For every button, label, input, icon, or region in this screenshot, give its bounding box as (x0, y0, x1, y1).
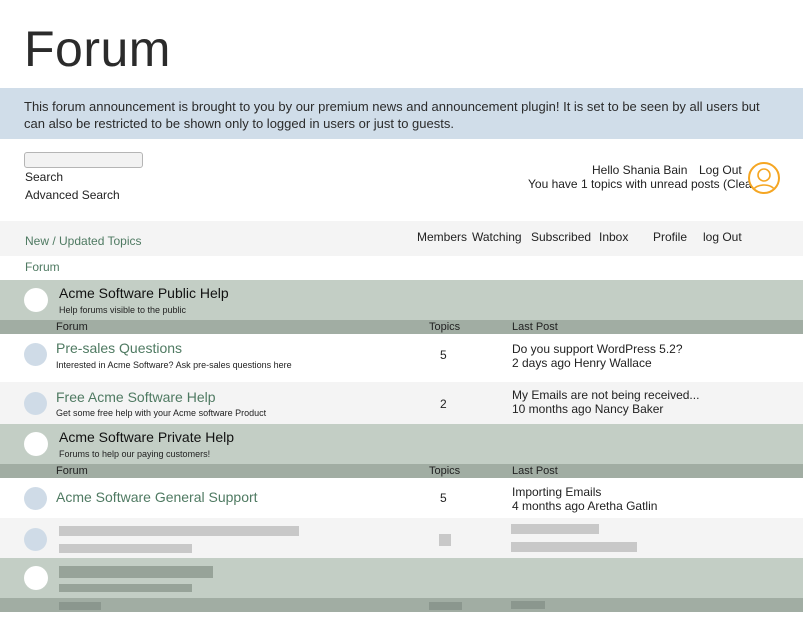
last-post-meta: 2 days ago Henry Wallace (512, 356, 652, 370)
placeholder-description (59, 544, 192, 553)
column-header-forum: Forum (56, 465, 88, 477)
category-title[interactable]: Acme Software Private Help (59, 429, 234, 445)
category-title[interactable]: Acme Software Public Help (59, 285, 229, 301)
placeholder-category-icon (24, 566, 48, 590)
placeholder-last-post-meta (511, 542, 637, 552)
logout-link[interactable]: Log Out (699, 163, 742, 177)
forum-topic-count: 2 (440, 397, 447, 411)
category-description: Forums to help our paying customers! (59, 449, 211, 459)
placeholder-header-topics (429, 602, 462, 610)
last-post-title[interactable]: Importing Emails (512, 485, 601, 499)
placeholder-category-description (59, 584, 192, 592)
column-header-topics: Topics (429, 465, 461, 477)
last-post-meta: 10 months ago Nancy Baker (512, 402, 664, 416)
placeholder-title (59, 526, 299, 536)
category-icon (24, 288, 48, 312)
forum-topic-count: 5 (440, 491, 447, 505)
nav-members[interactable]: Members (417, 230, 467, 244)
placeholder-header-last-post (511, 601, 545, 609)
column-header-bar (0, 464, 803, 478)
page-title: Forum (24, 21, 171, 77)
nav-profile[interactable]: Profile (653, 230, 687, 244)
nav-watching[interactable]: Watching (472, 230, 522, 244)
forum-title[interactable]: Acme Software General Support (56, 489, 258, 505)
forum-topic-count: 5 (440, 348, 447, 362)
column-header-last-post: Last Post (512, 321, 558, 333)
forum-icon (24, 392, 47, 415)
placeholder-header-bar (0, 598, 803, 612)
placeholder-category (0, 558, 803, 598)
placeholder-category-title (59, 566, 213, 578)
breadcrumb[interactable]: Forum (25, 260, 60, 274)
advanced-search-link[interactable]: Advanced Search (25, 188, 120, 202)
user-avatar-icon (752, 168, 776, 192)
forum-description: Interested in Acme Software? Ask pre-sal… (56, 360, 292, 370)
last-post-title[interactable]: My Emails are not being received... (512, 388, 699, 402)
forum-title[interactable]: Free Acme Software Help (56, 389, 216, 405)
search-input[interactable] (24, 152, 143, 168)
nav-inbox[interactable]: Inbox (599, 230, 628, 244)
avatar[interactable] (748, 162, 780, 194)
announcement-banner: This forum announcement is brought to yo… (0, 88, 803, 139)
category-description: Help forums visible to the public (59, 305, 187, 315)
category-icon (24, 432, 48, 456)
forum-description: Get some free help with your Acme softwa… (56, 408, 267, 418)
column-header-bar (0, 320, 803, 334)
column-header-last-post: Last Post (512, 465, 558, 477)
column-header-topics: Topics (429, 321, 461, 333)
last-post-meta: 4 months ago Aretha Gatlin (512, 499, 658, 513)
forum-icon (24, 343, 47, 366)
unread-notice: You have 1 topics with unread posts (Cle… (528, 177, 760, 191)
placeholder-header-forum (59, 602, 101, 610)
user-greeting: Hello Shania Bain (592, 163, 688, 177)
nav-logout[interactable]: log Out (703, 230, 742, 244)
placeholder-last-post (511, 524, 599, 534)
nav-subscribed[interactable]: Subscribed (531, 230, 591, 244)
last-post-title[interactable]: Do you support WordPress 5.2? (512, 342, 683, 356)
placeholder-topics (439, 534, 451, 546)
search-link[interactable]: Search (25, 170, 63, 184)
column-header-forum: Forum (56, 321, 88, 333)
forum-title[interactable]: Pre-sales Questions (56, 340, 182, 356)
forum-icon (24, 487, 47, 510)
placeholder-icon (24, 528, 47, 551)
nav-new-topics[interactable]: New / Updated Topics (25, 234, 142, 248)
